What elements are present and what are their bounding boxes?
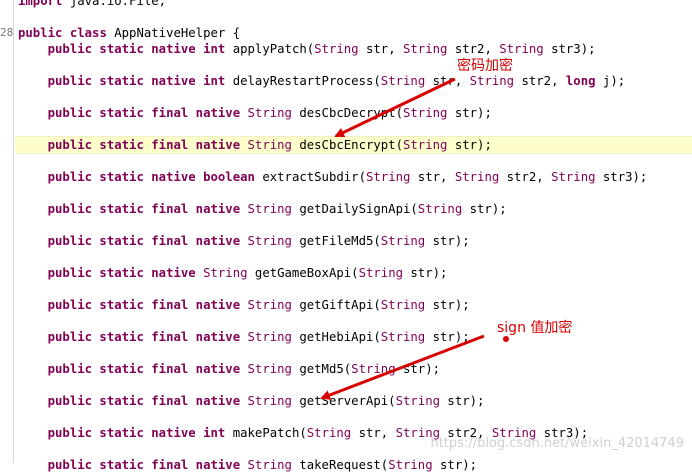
sign-arrow [320,334,485,400]
password-arrow [334,77,456,138]
password-annotation: 密码加密 [457,58,513,74]
watermark: https://blog.csdn.net/weixin_42014749 [430,436,684,451]
sign-annotation: sign 值加密 [497,320,573,336]
annotation-arrows [320,77,509,400]
